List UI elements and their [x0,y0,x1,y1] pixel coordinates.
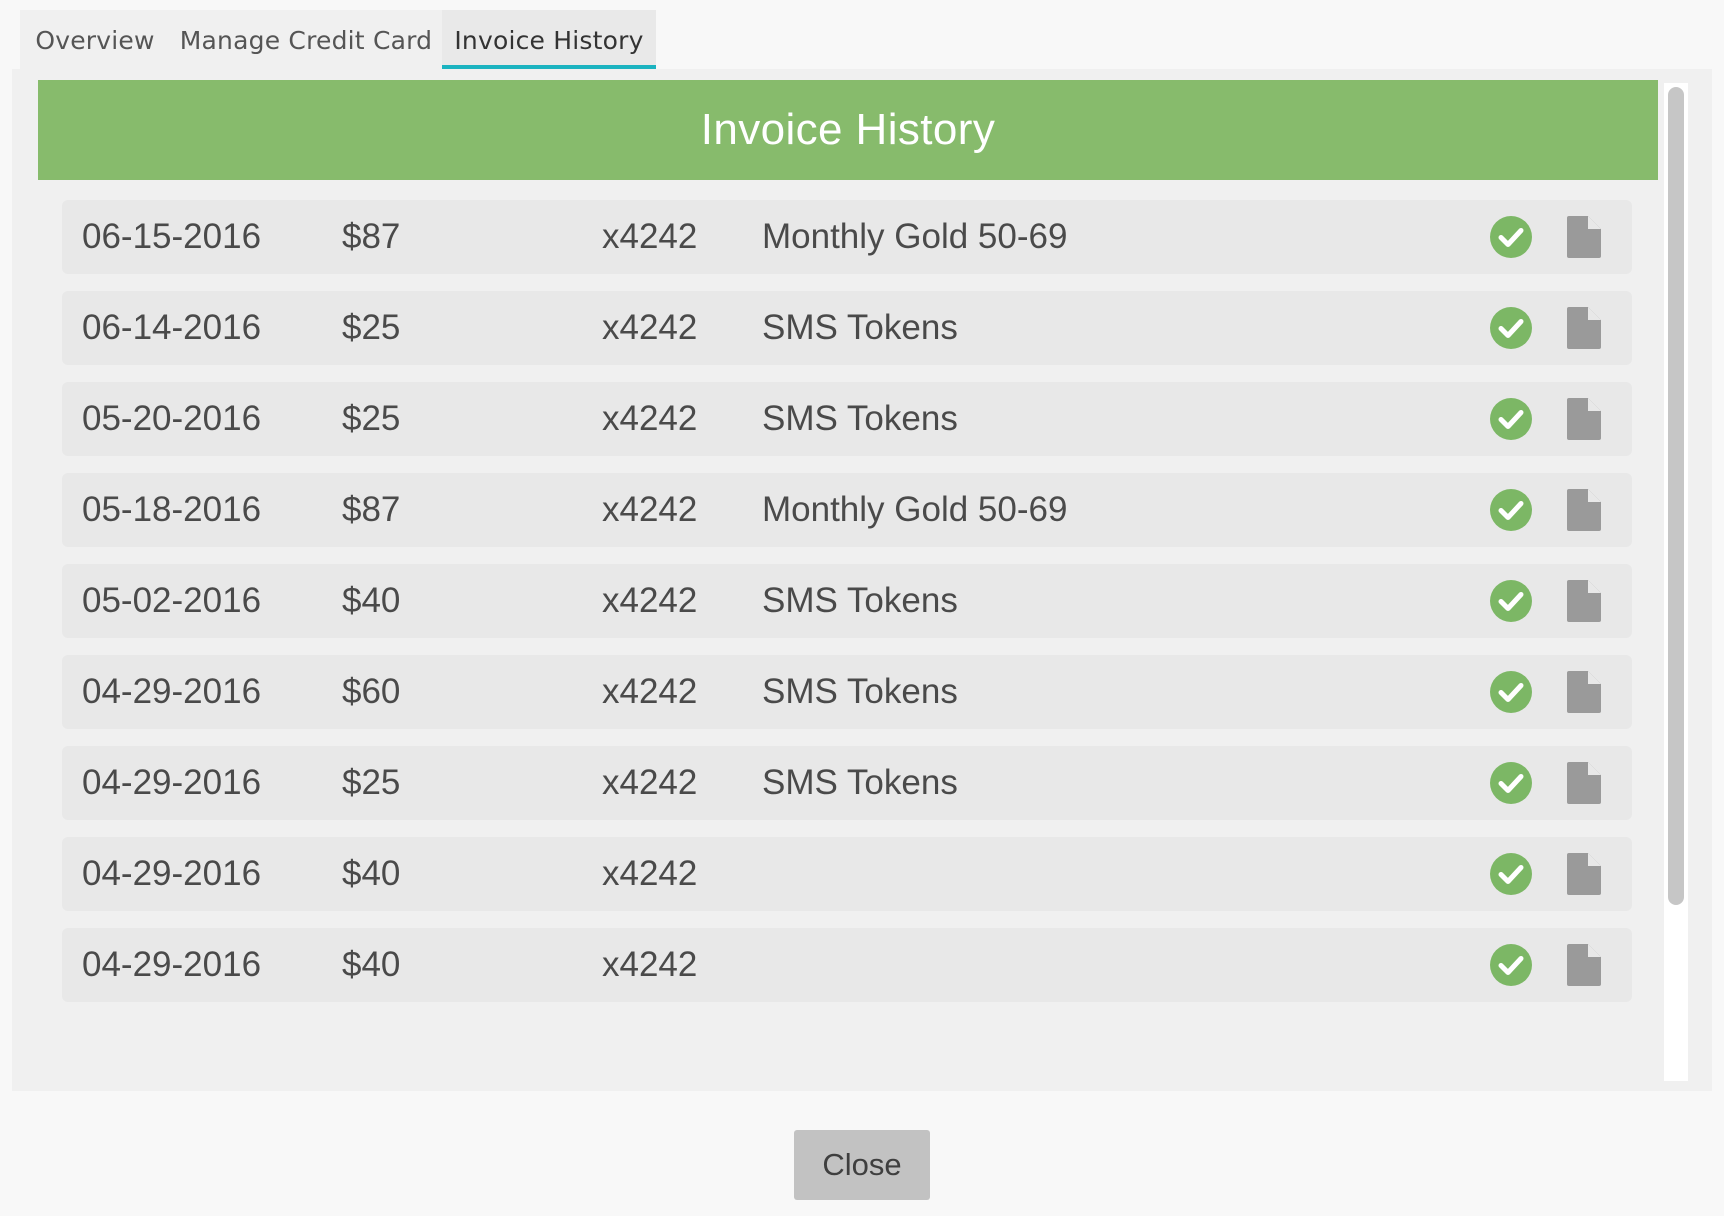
invoice-row: 05-02-2016 $40 x4242 SMS Tokens [62,564,1632,638]
invoice-date: 04-29-2016 [82,672,262,711]
document-icon[interactable] [1564,200,1604,274]
invoice-description: SMS Tokens [762,308,958,347]
tab-bar: Overview Manage Credit Card Invoice Hist… [12,10,1712,71]
check-circle-icon [1490,746,1532,820]
invoice-date: 04-29-2016 [82,854,262,893]
document-icon[interactable] [1564,473,1604,547]
invoice-date: 05-02-2016 [82,581,262,620]
invoice-row: 04-29-2016 $40 x4242 [62,837,1632,911]
invoice-row: 04-29-2016 $40 x4242 [62,928,1632,1002]
check-circle-icon [1490,200,1532,274]
document-icon[interactable] [1564,655,1604,729]
scrollbar-thumb[interactable] [1668,87,1684,905]
check-circle-icon [1490,837,1532,911]
document-icon[interactable] [1564,746,1604,820]
document-icon[interactable] [1564,837,1604,911]
invoice-amount: $25 [342,763,401,802]
invoice-amount: $60 [342,672,401,711]
check-circle-icon [1490,291,1532,365]
invoice-card: x4242 [602,581,698,620]
invoice-card: x4242 [602,672,698,711]
invoice-description: SMS Tokens [762,581,958,620]
document-icon[interactable] [1564,291,1604,365]
invoice-card: x4242 [602,763,698,802]
banner-title: Invoice History [700,105,996,154]
invoice-row: 05-18-2016 $87 x4242 Monthly Gold 50-69 [62,473,1632,547]
tab-overview[interactable]: Overview [20,10,170,70]
invoice-description: SMS Tokens [762,672,958,711]
invoice-date: 06-14-2016 [82,308,262,347]
invoice-amount: $25 [342,399,401,438]
close-button-label: Close [822,1147,902,1182]
invoice-card: x4242 [602,854,698,893]
document-icon[interactable] [1564,928,1604,1002]
invoice-description: SMS Tokens [762,399,958,438]
invoice-row: 04-29-2016 $25 x4242 SMS Tokens [62,746,1632,820]
tab-manage-credit-card[interactable]: Manage Credit Card [170,10,442,70]
invoice-row: 05-20-2016 $25 x4242 SMS Tokens [62,382,1632,456]
invoice-row: 06-14-2016 $25 x4242 SMS Tokens [62,291,1632,365]
invoice-list[interactable]: 06-15-2016 $87 x4242 Monthly Gold 50-69 … [38,180,1658,1080]
close-button[interactable]: Close [794,1130,930,1200]
invoice-amount: $87 [342,217,401,256]
invoice-date: 04-29-2016 [82,763,262,802]
invoice-row: 04-29-2016 $60 x4242 SMS Tokens [62,655,1632,729]
invoice-amount: $25 [342,308,401,347]
invoice-history-panel: Invoice History 06-15-2016 $87 x4242 Mon… [12,69,1712,1091]
invoice-description: Monthly Gold 50-69 [762,217,1068,256]
invoice-card: x4242 [602,399,698,438]
check-circle-icon [1490,928,1532,1002]
check-circle-icon [1490,382,1532,456]
invoice-amount: $40 [342,854,401,893]
invoice-amount: $40 [342,581,401,620]
invoice-description: Monthly Gold 50-69 [762,490,1068,529]
document-icon[interactable] [1564,564,1604,638]
check-circle-icon [1490,564,1532,638]
invoice-date: 04-29-2016 [82,945,262,984]
invoice-row: 06-15-2016 $87 x4242 Monthly Gold 50-69 [62,200,1632,274]
tab-invoice-history[interactable]: Invoice History [442,10,656,71]
check-circle-icon [1490,655,1532,729]
invoice-history-banner: Invoice History [38,80,1658,180]
invoice-amount: $40 [342,945,401,984]
invoice-description: SMS Tokens [762,763,958,802]
invoice-card: x4242 [602,217,698,256]
invoice-date: 05-20-2016 [82,399,262,438]
invoice-date: 05-18-2016 [82,490,262,529]
invoice-date: 06-15-2016 [82,217,262,256]
invoice-card: x4242 [602,945,698,984]
document-icon[interactable] [1564,382,1604,456]
check-circle-icon [1490,473,1532,547]
invoice-card: x4242 [602,490,698,529]
invoice-card: x4242 [602,308,698,347]
invoice-amount: $87 [342,490,401,529]
